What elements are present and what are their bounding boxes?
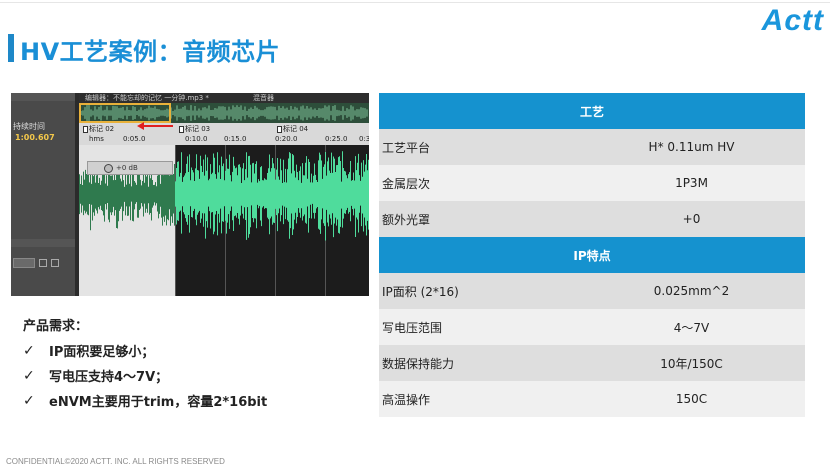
row-value: 150C <box>578 381 805 417</box>
table-row: 写电压范围 4～7V <box>379 309 805 345</box>
title-accent-bar <box>8 34 14 62</box>
audio-editor-screenshot: 持续时间 1:00.607 编辑器：不能忘却的记忆 一分钟.mp3 * 混音器 … <box>11 93 369 296</box>
row-label: IP面积 (2*16) <box>379 273 578 309</box>
marker-03: 标记 03 <box>179 124 210 134</box>
duration-value: 1:00.607 <box>15 133 55 142</box>
waveform-area: +0 dB <box>79 145 369 296</box>
confidential-footer: CONFIDENTIAL©2020 ACTT. INC. ALL RIGHTS … <box>6 457 225 466</box>
table-row: 额外光罩 +0 <box>379 201 805 237</box>
red-arrow-icon <box>137 122 173 130</box>
side-panel-header <box>11 93 75 101</box>
editor-side-panel: 持续时间 1:00.607 <box>11 93 75 296</box>
side-button-2 <box>51 259 59 267</box>
requirements-list: ✓ IP面积要足够小； ✓ 写电压支持4～7V； ✓ eNVM主要用于trim，… <box>23 338 267 413</box>
slide-title: HV工艺案例：音频芯片 <box>20 38 281 66</box>
spec-table: 工艺 工艺平台 H* 0.11um HV 金属层次 1P3M 额外光罩 +0 I… <box>379 93 805 417</box>
row-label: 额外光罩 <box>379 201 578 237</box>
requirement-item: ✓ IP面积要足够小； <box>23 338 267 363</box>
marker-04: 标记 04 <box>277 124 308 134</box>
row-value: 10年/150C <box>578 345 805 381</box>
volume-control: +0 dB <box>87 161 173 175</box>
ruler-tick: 0:25.0 <box>325 135 348 143</box>
ruler-tick: 0:3 <box>359 135 369 143</box>
requirement-text: 写电压支持4～7V； <box>49 370 169 385</box>
overview-viewport <box>79 103 171 123</box>
section-title-process: 工艺 <box>379 93 805 129</box>
side-panel-header-2 <box>11 239 75 247</box>
mixer-tab: 混音器 <box>253 94 274 102</box>
requirement-text: IP面积要足够小； <box>49 345 155 360</box>
editor-tab: 编辑器：不能忘却的记忆 一分钟.mp3 * <box>85 94 209 102</box>
row-label: 金属层次 <box>379 165 578 201</box>
table-row: 金属层次 1P3M <box>379 165 805 201</box>
table-section-header: 工艺 <box>379 93 805 129</box>
marker-02: 标记 02 <box>83 124 114 134</box>
ruler-tick: 0:20.0 <box>275 135 298 143</box>
requirement-text: eNVM主要用于trim，容量2*16bit <box>49 395 268 410</box>
requirements-title: 产品需求： <box>23 319 89 334</box>
table-row: 高温操作 150C <box>379 381 805 417</box>
checkmark-icon: ✓ <box>23 342 35 359</box>
requirement-item: ✓ 写电压支持4～7V； <box>23 363 267 388</box>
ruler-tick: 0:05.0 <box>123 135 146 143</box>
row-label: 数据保持能力 <box>379 345 578 381</box>
table-row: IP面积 (2*16) 0.025mm^2 <box>379 273 805 309</box>
side-dropdown <box>13 258 35 268</box>
volume-value: +0 dB <box>116 164 138 172</box>
row-label: 高温操作 <box>379 381 578 417</box>
editor-main: 编辑器：不能忘却的记忆 一分钟.mp3 * 混音器 标记 02 标记 03 标记… <box>78 93 369 296</box>
row-value: 0.025mm^2 <box>578 273 805 309</box>
row-value: 1P3M <box>578 165 805 201</box>
volume-knob-icon <box>104 164 113 173</box>
checkmark-icon: ✓ <box>23 392 35 409</box>
table-section-header: IP特点 <box>379 237 805 273</box>
side-button-1 <box>39 259 47 267</box>
row-value: H* 0.11um HV <box>578 129 805 165</box>
row-label: 工艺平台 <box>379 129 578 165</box>
section-title-ip: IP特点 <box>379 237 805 273</box>
actt-logo: Actt <box>761 4 824 37</box>
row-value: +0 <box>578 201 805 237</box>
waveform-overview <box>78 103 369 123</box>
time-ruler: 标记 02 标记 03 标记 04 hms 0:05.0 0:10.0 0:15… <box>79 123 369 145</box>
table-row: 工艺平台 H* 0.11um HV <box>379 129 805 165</box>
editor-tab-bar: 编辑器：不能忘却的记忆 一分钟.mp3 * 混音器 <box>79 93 369 103</box>
row-label: 写电压范围 <box>379 309 578 345</box>
ruler-tick: 0:15.0 <box>224 135 247 143</box>
ruler-start-label: hms <box>89 135 104 143</box>
checkmark-icon: ✓ <box>23 367 35 384</box>
table-row: 数据保持能力 10年/150C <box>379 345 805 381</box>
top-rule <box>0 2 830 3</box>
ruler-tick: 0:10.0 <box>185 135 208 143</box>
duration-label: 持续时间 <box>13 122 45 131</box>
row-value: 4～7V <box>578 309 805 345</box>
requirement-item: ✓ eNVM主要用于trim，容量2*16bit <box>23 388 267 413</box>
